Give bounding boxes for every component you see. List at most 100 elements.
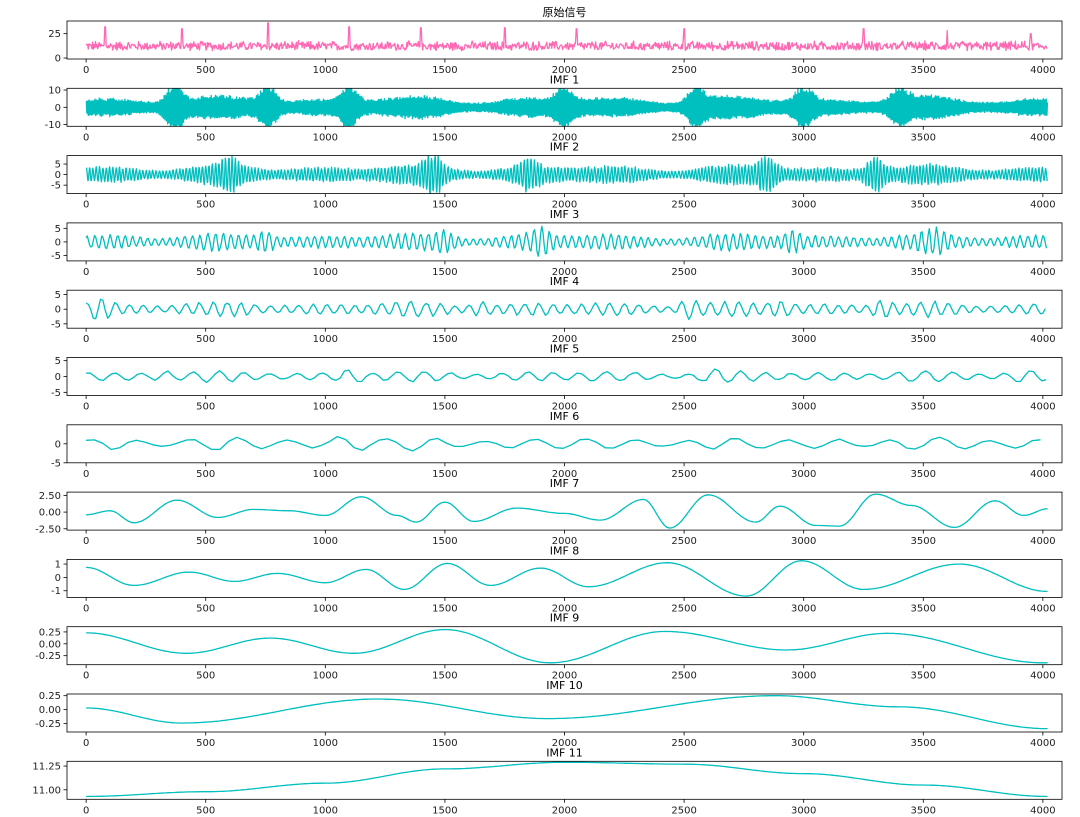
x-tick-label: 4000 xyxy=(1030,132,1055,143)
x-tick-label: 3000 xyxy=(791,402,816,413)
subplot-title: IMF 8 xyxy=(550,544,580,557)
subplot-title: IMF 7 xyxy=(550,477,580,490)
x-tick-label: 0 xyxy=(83,267,89,278)
y-tick-label: -5 xyxy=(51,458,61,469)
x-tick-label: 4000 xyxy=(1030,334,1055,345)
x-tick-label: 3500 xyxy=(911,132,936,143)
x-tick-label: 3500 xyxy=(911,65,936,76)
y-tick-label: 0 xyxy=(55,237,61,248)
x-tick-label: 2500 xyxy=(671,805,696,816)
y-tick-label: 0.25 xyxy=(39,627,61,638)
x-tick-label: 0 xyxy=(83,805,89,816)
series-line xyxy=(86,628,1048,664)
y-tick-label: 5 xyxy=(55,160,61,171)
x-tick-label: 4000 xyxy=(1030,603,1055,614)
x-tick-label: 2500 xyxy=(671,671,696,682)
x-tick-label: 4000 xyxy=(1030,671,1055,682)
figure-canvas: 原始信号0 500 1000 1500 2000 2500 3000 3500 4000025I… xyxy=(32,5,1063,816)
subplot-title: 原始信号 xyxy=(543,5,587,19)
y-tick-label: 0 xyxy=(55,103,61,114)
subplot-title: IMF 10 xyxy=(546,679,583,692)
x-tick-label: 3000 xyxy=(791,334,816,345)
x-tick-label: 2500 xyxy=(671,738,696,749)
x-tick-label: 2500 xyxy=(671,402,696,413)
x-tick-label: 500 xyxy=(196,200,215,211)
series-line xyxy=(86,761,1048,798)
x-tick-label: 0 xyxy=(83,738,89,749)
x-tick-label: 3500 xyxy=(911,603,936,614)
x-tick-label: 3500 xyxy=(911,469,936,480)
subplot-5: IMF 40 500 1000 1500 2000 2500 3000 3500 4000-50… xyxy=(51,275,1063,345)
y-tick-label: 11.00 xyxy=(32,785,61,796)
series-line xyxy=(86,435,1041,452)
subplot-6: IMF 50 500 1000 1500 2000 2500 3000 3500 4000-50… xyxy=(51,343,1063,413)
x-tick-label: 0 xyxy=(83,469,89,480)
x-tick-label: 3000 xyxy=(791,603,816,614)
series-line xyxy=(85,22,1048,52)
x-tick-label: 2500 xyxy=(671,200,696,211)
axes-frame xyxy=(66,760,1063,800)
axes-frame xyxy=(66,20,1063,60)
x-tick-label: 4000 xyxy=(1030,738,1055,749)
x-tick-label: 4000 xyxy=(1030,267,1055,278)
y-tick-label: -10 xyxy=(45,120,61,131)
y-tick-label: 2.50 xyxy=(39,491,61,502)
x-tick-label: 3500 xyxy=(911,738,936,749)
subplot-4: IMF 30 500 1000 1500 2000 2500 3000 3500 4000-50… xyxy=(51,208,1063,278)
subplot-title: IMF 2 xyxy=(550,141,580,154)
y-tick-label: -1 xyxy=(51,586,61,597)
x-tick-label: 3000 xyxy=(791,65,816,76)
axes-frame xyxy=(66,357,1063,396)
y-tick-label: -5 xyxy=(51,251,61,262)
y-tick-label: 5 xyxy=(55,356,61,367)
x-tick-label: 1500 xyxy=(432,738,457,749)
subplot-9: IMF 80 500 1000 1500 2000 2500 3000 3500 4000-10… xyxy=(51,544,1063,614)
series-line xyxy=(85,155,1048,194)
x-tick-label: 1000 xyxy=(313,267,338,278)
x-tick-label: 3500 xyxy=(911,267,936,278)
x-tick-label: 3500 xyxy=(911,536,936,547)
x-tick-label: 1000 xyxy=(313,402,338,413)
x-tick-label: 2500 xyxy=(671,603,696,614)
y-tick-label: -5 xyxy=(51,388,61,399)
y-tick-label: 0.00 xyxy=(39,705,61,716)
x-tick-label: 2500 xyxy=(671,334,696,345)
x-tick-label: 1500 xyxy=(432,469,457,480)
axes-frame xyxy=(66,424,1063,464)
x-tick-label: 500 xyxy=(196,334,215,345)
x-tick-label: 1000 xyxy=(313,469,338,480)
x-tick-label: 0 xyxy=(83,200,89,211)
x-tick-label: 1500 xyxy=(432,132,457,143)
x-tick-label: 4000 xyxy=(1030,402,1055,413)
subplot-title: IMF 1 xyxy=(550,73,580,86)
x-tick-label: 1500 xyxy=(432,671,457,682)
x-tick-label: 500 xyxy=(196,267,215,278)
y-tick-label: 0 xyxy=(55,170,61,181)
series-line xyxy=(85,88,1049,127)
x-tick-label: 3000 xyxy=(791,267,816,278)
y-tick-label: 5 xyxy=(55,224,61,235)
x-tick-label: 500 xyxy=(196,402,215,413)
x-tick-label: 1500 xyxy=(432,65,457,76)
x-tick-label: 1000 xyxy=(313,603,338,614)
x-tick-label: 0 xyxy=(83,402,89,413)
x-tick-label: 3000 xyxy=(791,132,816,143)
y-tick-label: 0 xyxy=(55,372,61,383)
x-tick-label: 1000 xyxy=(313,738,338,749)
y-tick-label: -0.25 xyxy=(35,651,61,662)
y-tick-label: 1 xyxy=(55,560,61,571)
x-tick-label: 0 xyxy=(83,132,89,143)
y-tick-label: -5 xyxy=(51,319,61,330)
subplot-title: IMF 4 xyxy=(550,275,580,288)
x-tick-label: 2500 xyxy=(671,132,696,143)
x-tick-label: 1500 xyxy=(432,334,457,345)
x-tick-label: 3000 xyxy=(791,200,816,211)
subplot-title: IMF 9 xyxy=(550,612,580,625)
x-tick-label: 1500 xyxy=(432,402,457,413)
x-tick-label: 0 xyxy=(83,671,89,682)
y-tick-label: 0 xyxy=(55,439,61,450)
x-tick-label: 1000 xyxy=(313,65,338,76)
subplot-title: IMF 6 xyxy=(550,410,580,423)
subplot-7: IMF 60 500 1000 1500 2000 2500 3000 3500 4000-50 xyxy=(51,410,1063,480)
x-tick-label: 500 xyxy=(196,132,215,143)
